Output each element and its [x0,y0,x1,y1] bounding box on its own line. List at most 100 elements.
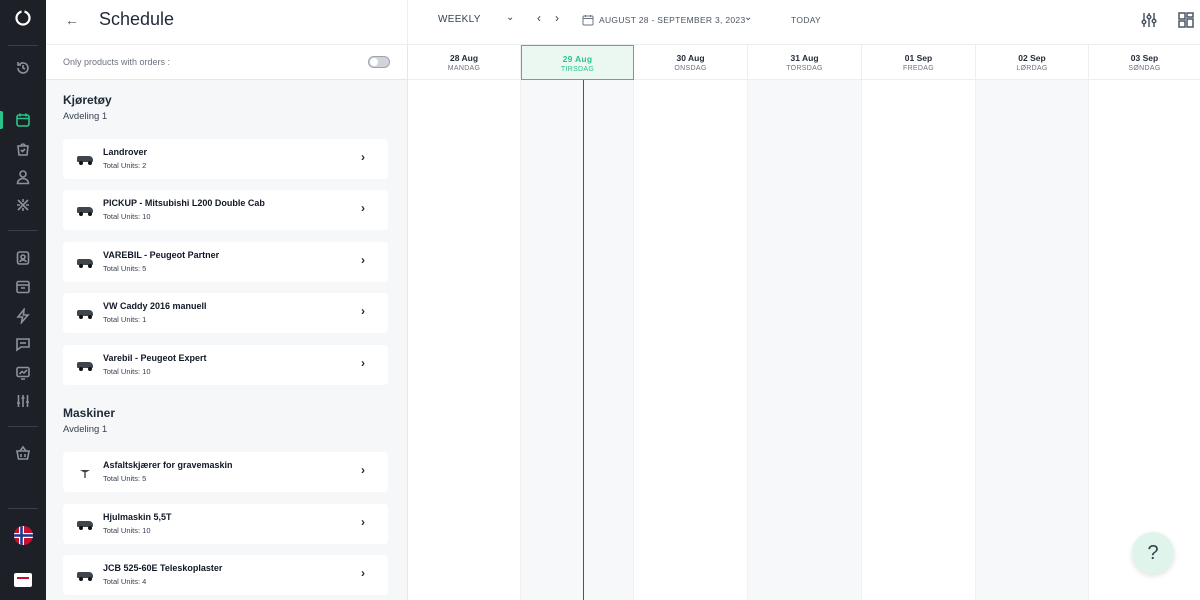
product-thumbnail [76,256,94,268]
day-date: 31 Aug [790,53,819,63]
user-icon[interactable] [12,166,34,188]
day-column[interactable] [408,80,521,600]
product-units: Total Units: 4 [103,577,147,586]
shopping-bag-icon[interactable] [12,138,34,160]
schedule-calendar: 28 Aug MANDAG 29 Aug TIRSDAG 30 Aug ONSD… [408,45,1200,600]
product-name: JCB 525-60E Teleskoplaster [103,563,223,573]
chevron-right-icon[interactable]: › [361,304,365,318]
today-button[interactable]: TODAY [791,15,821,25]
chevron-right-icon[interactable]: › [361,150,365,164]
chevron-right-icon[interactable]: › [361,201,365,215]
day-date: 28 Aug [449,53,479,63]
day-date: 30 Aug [676,53,705,63]
contacts-icon[interactable] [12,247,34,269]
day-column[interactable] [521,80,634,600]
chevron-down-icon[interactable]: ⌄ [744,12,752,23]
day-date: 29 Aug [562,54,593,64]
day-column[interactable] [862,80,976,600]
tools-icon[interactable] [12,194,34,216]
history-icon[interactable] [12,57,34,79]
product-thumbnail [76,569,94,581]
date-range-select[interactable]: AUGUST 28 - SEPTEMBER 3, 2023 [599,15,745,25]
basket-icon[interactable] [12,442,34,464]
next-week-button[interactable]: › [555,11,559,25]
product-list-panel: Only products with orders : Kjøretøy Avd… [46,45,408,600]
group-title: Maskiner [63,406,116,420]
chevron-down-icon[interactable]: ⌄ [506,12,514,23]
chevron-right-icon[interactable]: › [361,463,365,477]
day-header: 02 Sep LØRDAG [976,45,1089,80]
day-header: 31 Aug TORSDAG [748,45,862,80]
chevron-right-icon[interactable]: › [361,566,365,580]
product-units: Total Units: 10 [103,212,151,221]
day-date: 03 Sep [1130,53,1159,63]
back-button[interactable]: ← [65,12,79,28]
bolt-icon[interactable] [12,305,34,327]
day-header: 01 Sep FREDAG [862,45,976,80]
day-column[interactable] [1089,80,1200,600]
help-button[interactable]: ? [1132,532,1174,574]
chevron-right-icon[interactable]: › [361,515,365,529]
day-name: SØNDAG [1128,65,1161,72]
rail-divider [8,508,38,509]
view-mode-select[interactable]: WEEKLY [438,14,481,25]
day-header: 28 Aug MANDAG [408,45,521,80]
day-column[interactable] [748,80,862,600]
product-thumbnail [76,466,94,478]
chevron-right-icon[interactable]: › [361,356,365,370]
filter-settings-icon[interactable] [1140,11,1158,29]
product-units: Total Units: 5 [103,264,147,273]
product-name: Varebil - Peugeot Expert [103,353,207,363]
product-card[interactable]: PICKUP - Mitsubishi L200 Double Cab Tota… [63,190,388,230]
product-card[interactable]: Asfaltskjærer for gravemaskin Total Unit… [63,452,388,492]
previous-week-button[interactable]: ‹ [537,11,541,25]
account-card-icon[interactable] [14,573,32,587]
day-name: TIRSDAG [560,66,595,73]
analytics-icon[interactable] [12,362,34,384]
day-column[interactable] [976,80,1089,600]
calendar-icon[interactable] [582,13,594,26]
product-card[interactable]: Hjulmaskin 5,5T Total Units: 10 › [63,504,388,544]
product-thumbnail [76,153,94,165]
logo-icon[interactable] [13,8,33,28]
day-name: ONSDAG [674,65,707,72]
product-card[interactable]: VAREBIL - Peugeot Partner Total Units: 5… [63,242,388,282]
current-time-line [583,80,584,600]
group-subtitle: Avdeling 1 [63,424,108,435]
rail-divider [8,230,38,231]
sliders-icon[interactable] [12,390,34,412]
chevron-right-icon[interactable]: › [361,253,365,267]
chat-icon[interactable] [12,333,34,355]
product-name: VAREBIL - Peugeot Partner [103,250,220,260]
product-card[interactable]: Landrover Total Units: 2 › [63,139,388,179]
product-units: Total Units: 2 [103,161,147,170]
day-column[interactable] [634,80,748,600]
product-name: VW Caddy 2016 manuell [103,301,207,311]
page-title: Schedule [99,9,175,29]
product-thumbnail [76,359,94,371]
sidebar-rail [0,0,46,600]
orders-only-toggle[interactable] [368,56,390,68]
product-card[interactable]: VW Caddy 2016 manuell Total Units: 1 › [63,293,388,333]
filter-bar: Only products with orders : [46,45,407,80]
group-subtitle: Avdeling 1 [63,111,108,122]
product-units: Total Units: 5 [103,474,147,483]
product-card[interactable]: Varebil - Peugeot Expert Total Units: 10… [63,345,388,385]
product-name: Hjulmaskin 5,5T [103,512,172,522]
layout-grid-icon[interactable] [1177,11,1195,29]
rail-divider [8,426,38,427]
header-divider [407,0,408,45]
product-thumbnail [76,204,94,216]
product-card[interactable]: JCB 525-60E Teleskoplaster Total Units: … [63,555,388,595]
norway-flag-icon[interactable] [14,526,33,545]
product-units: Total Units: 10 [103,526,151,535]
group-title: Kjøretøy [63,93,112,107]
product-name: Landrover [103,147,148,157]
product-thumbnail [76,518,94,530]
calendar-icon[interactable] [12,109,34,131]
archive-icon[interactable] [12,276,34,298]
product-name: PICKUP - Mitsubishi L200 Double Cab [103,198,265,208]
header: ← Schedule WEEKLY ⌄ ‹ › AUGUST 28 - SEPT… [46,0,1200,45]
day-name: TORSDAG [786,65,823,72]
product-units: Total Units: 1 [103,315,147,324]
